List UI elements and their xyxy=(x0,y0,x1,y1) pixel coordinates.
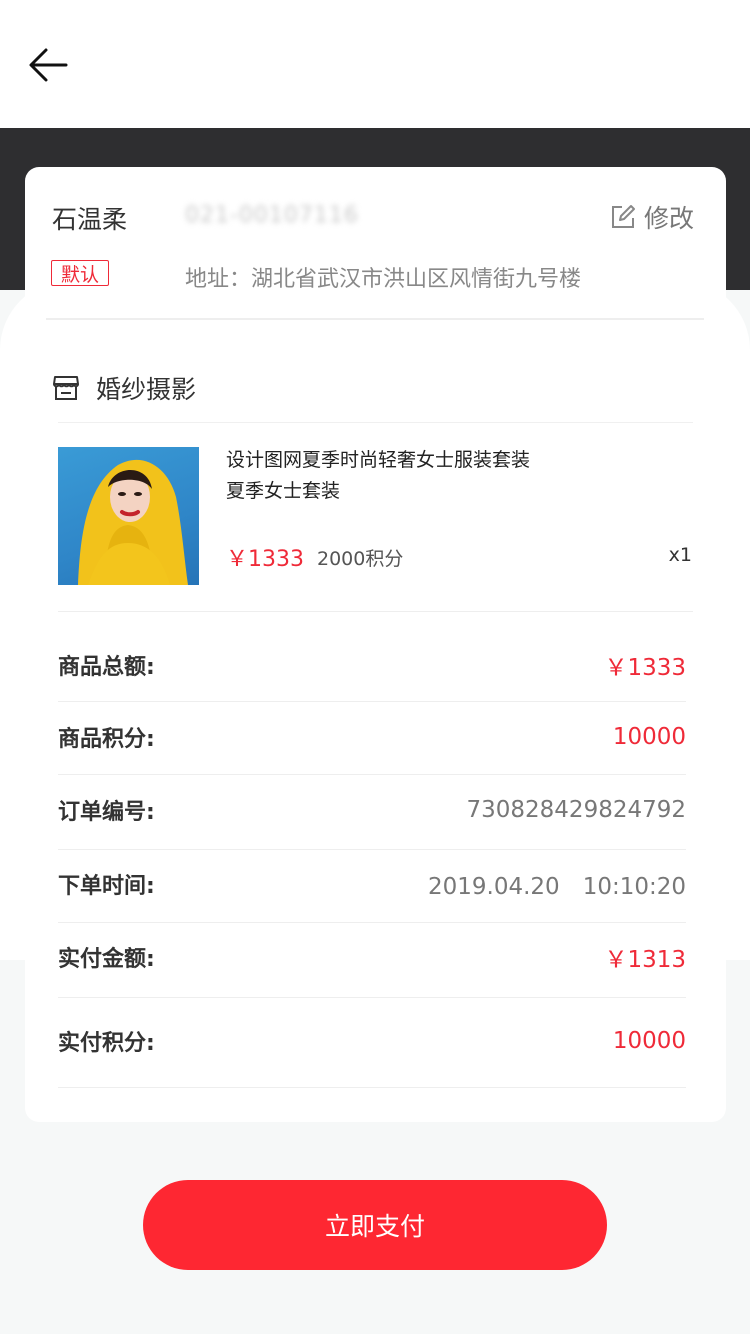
product-photo xyxy=(78,459,188,585)
detail-label: 实付积分: xyxy=(58,1031,155,1056)
product-title-line1: 设计图网夏季时尚轻奢女士服装套装 xyxy=(226,449,531,471)
arrow-left-icon xyxy=(29,48,68,82)
detail-label: 订单编号: xyxy=(58,800,155,825)
product-title[interactable]: 设计图网夏季时尚轻奢女士服装套装 夏季女士套装 xyxy=(226,445,686,507)
edit-icon xyxy=(611,205,635,228)
detail-row-order-time: 下单时间: 2019.04.20 10:10:20 xyxy=(58,864,686,904)
recipient-name: 石温柔 xyxy=(52,205,128,234)
detail-row-paid-points: 实付积分: 10000 xyxy=(58,1021,686,1061)
detail-label: 商品总额: xyxy=(58,655,155,680)
recipient-phone: 021-00107116 xyxy=(185,203,359,228)
product-divider xyxy=(58,611,693,612)
back-button[interactable] xyxy=(24,40,74,90)
detail-label: 实付金额: xyxy=(58,947,155,972)
detail-row-goods-points: 商品积分: 10000 xyxy=(58,717,686,757)
product-quantity: x1 xyxy=(668,544,692,566)
product-title-line2: 夏季女士套装 xyxy=(226,480,341,502)
address-text: 地址：湖北省武汉市洪山区风情街九号楼 xyxy=(185,267,582,292)
product-image[interactable] xyxy=(58,447,199,585)
pay-now-button[interactable]: 立即支付 xyxy=(143,1180,607,1270)
product-points: 2000积分 xyxy=(317,548,404,570)
edit-address-button[interactable]: 修改 xyxy=(610,199,694,235)
detail-value: ￥1333 xyxy=(604,655,686,681)
detail-row-paid-amount: 实付金额: ￥1313 xyxy=(58,937,686,977)
detail-label: 下单时间: xyxy=(58,874,155,899)
detail-row-goods-total: 商品总额: ￥1333 xyxy=(58,645,686,685)
row-divider xyxy=(58,997,686,998)
detail-value: 10000 xyxy=(612,1028,686,1054)
row-divider xyxy=(58,922,686,923)
detail-label: 商品积分: xyxy=(58,727,155,752)
row-divider xyxy=(58,1087,686,1088)
shop-divider xyxy=(58,422,693,423)
store-icon xyxy=(53,376,79,400)
detail-value: ￥1313 xyxy=(604,947,686,973)
row-divider xyxy=(58,701,686,702)
address-divider xyxy=(46,318,704,320)
top-bar xyxy=(0,0,750,128)
product-price: ￥1333 xyxy=(226,547,304,572)
order-card: 石温柔 021-00107116 修改 默认 地址：湖北省武汉市洪山区风情街九号… xyxy=(25,167,726,1122)
detail-row-order-number: 订单编号: 730828429824792 xyxy=(58,790,686,830)
order-confirm-page: 石温柔 021-00107116 修改 默认 地址：湖北省武汉市洪山区风情街九号… xyxy=(0,0,750,1334)
default-address-tag: 默认 xyxy=(51,260,109,286)
edit-label: 修改 xyxy=(643,204,694,233)
detail-value: 730828429824792 xyxy=(466,797,687,823)
detail-value: 10000 xyxy=(612,724,686,750)
shop-name: 婚纱摄影 xyxy=(96,375,197,404)
row-divider xyxy=(58,774,686,775)
shop-header[interactable]: 婚纱摄影 xyxy=(52,370,196,406)
detail-value: 2019.04.20 10:10:20 xyxy=(428,874,686,900)
row-divider xyxy=(58,849,686,850)
